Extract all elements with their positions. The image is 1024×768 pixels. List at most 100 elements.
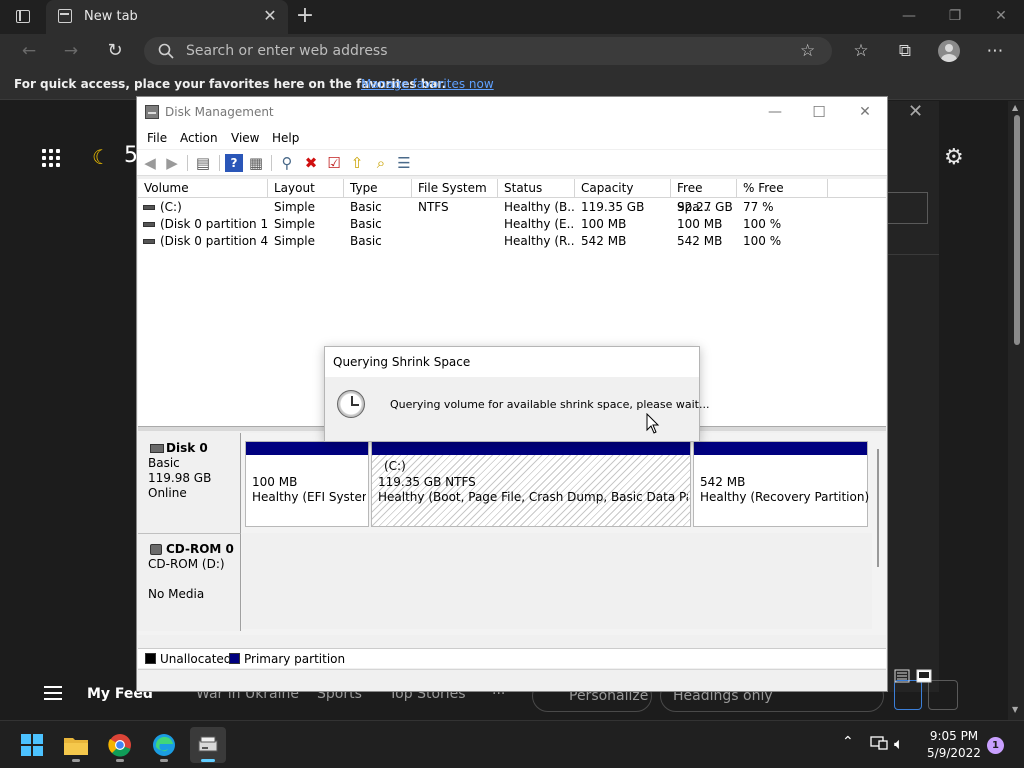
favorites-star-icon[interactable]: ☆ [848, 39, 874, 63]
file-explorer-folder-icon [64, 738, 88, 755]
notification-count-badge[interactable]: 1 [987, 737, 1004, 754]
menu-file[interactable]: File [147, 131, 167, 145]
toolbar-forward-icon[interactable]: ▶ [163, 154, 181, 172]
running-indicator [160, 759, 168, 762]
toolbar-search-folder-icon[interactable]: ⌕ [372, 154, 390, 172]
page-scrollbar-thumb[interactable] [1014, 115, 1020, 345]
address-bar-row: ← → ↻ ☆ ☆ ⧉ ⋯ [0, 34, 1024, 68]
browser-close-button[interactable]: ✕ [986, 4, 1016, 28]
profile-avatar-icon[interactable] [938, 40, 960, 62]
page-scrollbar[interactable]: ▲ ▼ [1008, 101, 1024, 720]
ntp-close-icon[interactable]: ✕ [908, 101, 923, 122]
legend-unallocated: Unallocated [160, 652, 232, 666]
partition-c-status: Healthy (Boot, Page File, Crash Dump, Ba… [378, 490, 688, 504]
taskbar-chrome[interactable] [102, 727, 138, 763]
dm-maximize-button[interactable]: ☐ [805, 102, 833, 122]
toolbar-properties-icon[interactable]: ▦ [247, 154, 265, 172]
tab-new-tab[interactable]: New tab ✕ [46, 0, 288, 34]
dm-title-bar[interactable]: Disk Management — ☐ ✕ [137, 97, 887, 127]
cell-free-space: 92.27 GB [677, 200, 733, 214]
partition-recovery-status: Healthy (Recovery Partition) [700, 490, 870, 504]
scroll-down-arrow-icon[interactable]: ▼ [1012, 705, 1018, 714]
partition-legend: Unallocated Primary partition [138, 648, 886, 668]
column-layout[interactable]: Layout [268, 179, 344, 198]
toolbar-delete-icon[interactable]: ✖ [302, 154, 320, 172]
table-row[interactable]: (C:) Simple Basic NTFS Healthy (B... 119… [138, 199, 886, 216]
taskbar-disk-management[interactable] [190, 727, 226, 763]
table-row[interactable]: (Disk 0 partition 4) Simple Basic Health… [138, 233, 886, 250]
collections-icon[interactable]: ⧉ [892, 39, 918, 63]
toolbar-console-tree-icon[interactable]: ▤ [194, 154, 212, 172]
ntp-search-box[interactable] [887, 192, 928, 224]
partition-c[interactable]: (C:) 119.35 GB NTFS Healthy (Boot, Page … [371, 441, 691, 527]
partition-recovery[interactable]: 542 MB Healthy (Recovery Partition) [693, 441, 870, 527]
list-view-toggle-icon[interactable] [894, 669, 910, 683]
new-tab-plus-icon[interactable]: + [294, 4, 316, 28]
feed-list-layout-icon[interactable] [928, 680, 958, 710]
column-percent-free[interactable]: % Free [737, 179, 828, 198]
dm-minimize-button[interactable]: — [761, 102, 789, 122]
feed-menu-hamburger-icon[interactable] [44, 686, 62, 700]
tab-close-icon[interactable]: ✕ [260, 6, 280, 26]
partition-efi-size: 100 MB [252, 475, 298, 489]
disk-management-app-icon [145, 105, 159, 119]
toolbar-help-icon[interactable]: ? [225, 154, 243, 172]
tray-overflow-chevron-icon[interactable]: ⌃ [842, 734, 854, 750]
cell-layout: Simple [274, 217, 315, 231]
address-bar[interactable]: ☆ [144, 37, 832, 65]
cdrom-0-label[interactable]: CD-ROM 0 CD-ROM (D:) No Media [138, 533, 241, 631]
taskbar-file-explorer[interactable] [58, 727, 94, 763]
dialog-title: Querying Shrink Space [333, 355, 471, 369]
cell-file-system [412, 233, 498, 250]
column-volume[interactable]: Volume [138, 179, 268, 198]
scroll-up-arrow-icon[interactable]: ▲ [1012, 103, 1018, 112]
menu-help[interactable]: Help [272, 131, 299, 145]
browser-tab-bar: New tab ✕ + — ❐ ✕ [0, 0, 1024, 34]
browser-restore-button[interactable]: ❐ [940, 4, 970, 28]
tab-actions-icon[interactable] [10, 7, 38, 27]
active-indicator [201, 759, 215, 762]
apps-grid-icon[interactable] [42, 149, 62, 169]
dm-close-button[interactable]: ✕ [851, 102, 879, 122]
toolbar-back-icon[interactable]: ◀ [141, 154, 159, 172]
start-button[interactable] [14, 727, 50, 763]
disk-0-label[interactable]: Disk 0 Basic 119.98 GB Online [138, 433, 241, 533]
page-settings-gear-icon[interactable]: ⚙ [944, 145, 964, 170]
menu-action[interactable]: Action [180, 131, 218, 145]
more-menu-icon[interactable]: ⋯ [982, 39, 1008, 63]
toolbar-check-icon[interactable]: ☑ [325, 154, 343, 172]
column-capacity[interactable]: Capacity [575, 179, 671, 198]
toolbar-folder-up-icon[interactable]: ⇧ [348, 154, 366, 172]
manage-favorites-link[interactable]: Manage favorites now [361, 77, 494, 91]
dialog-title-bar[interactable]: Querying Shrink Space [325, 347, 699, 377]
add-favorite-star-icon[interactable]: ☆ [800, 41, 815, 61]
dm-status-bar [138, 669, 886, 691]
tray-clock-date[interactable]: 5/9/2022 [924, 746, 984, 760]
column-status[interactable]: Status [498, 179, 575, 198]
toolbar-list-view-icon[interactable]: ☰ [395, 154, 413, 172]
reload-icon[interactable]: ↻ [102, 39, 128, 63]
partition-efi[interactable]: 100 MB Healthy (EFI System P [245, 441, 369, 527]
column-type[interactable]: Type [344, 179, 412, 198]
disk-view-scrollbar[interactable] [872, 443, 884, 567]
ntp-right-panel [887, 101, 939, 692]
toolbar-connect-icon[interactable]: ⚲ [278, 154, 296, 172]
column-free-space[interactable]: Free Spa... [671, 179, 737, 214]
address-input[interactable] [186, 41, 746, 61]
back-arrow-icon[interactable]: ← [16, 39, 42, 63]
graphical-view-toggle-icon[interactable] [916, 669, 932, 683]
windows-taskbar: ⌃ 🔈︎ 9:05 PM 5/9/2022 1 [0, 720, 1024, 768]
tray-clock-time[interactable]: 9:05 PM [928, 729, 980, 743]
volume-speaker-icon[interactable]: 🔈︎ [894, 734, 904, 754]
table-row[interactable]: (Disk 0 partition 1) Simple Basic Health… [138, 216, 886, 233]
taskbar-edge[interactable] [146, 727, 182, 763]
cell-capacity: 542 MB [581, 234, 627, 248]
menu-view[interactable]: View [231, 131, 259, 145]
chrome-icon [108, 734, 131, 757]
feed-grid-layout-icon[interactable] [894, 680, 922, 710]
forward-arrow-icon[interactable]: → [58, 39, 84, 63]
cell-volume: (Disk 0 partition 4) [160, 234, 268, 248]
column-file-system[interactable]: File System [412, 179, 498, 198]
network-icon[interactable] [870, 735, 888, 751]
browser-minimize-button[interactable]: — [894, 4, 924, 28]
